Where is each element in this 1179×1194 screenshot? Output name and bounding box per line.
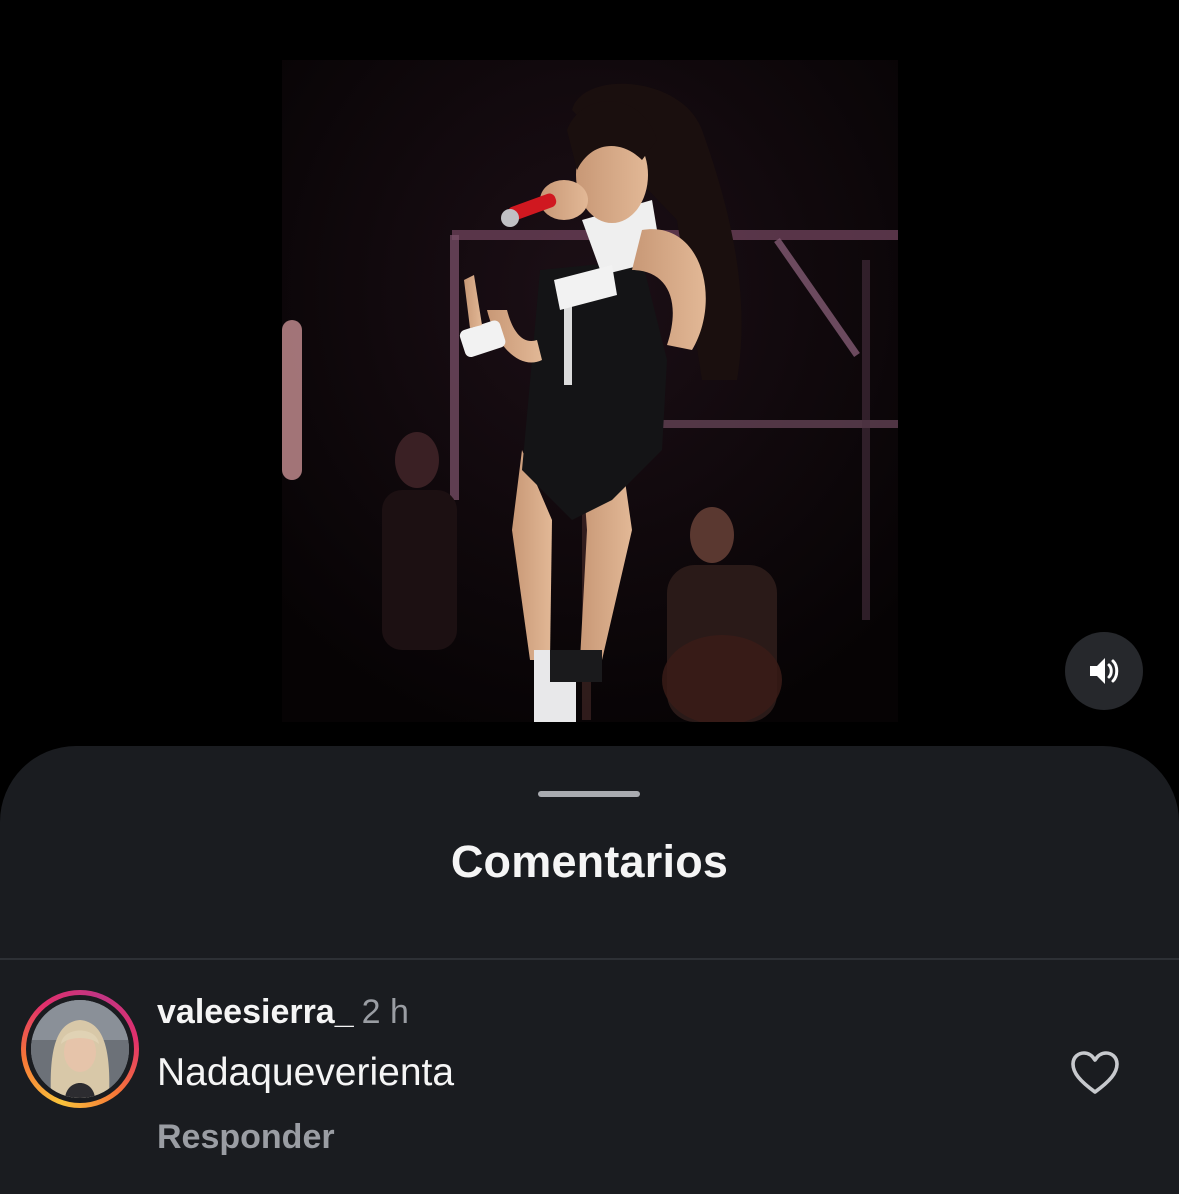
comment-username[interactable]: valeesierra_ xyxy=(157,993,354,1031)
avatar-photo xyxy=(31,1000,129,1098)
speaker-volume-icon xyxy=(1090,658,1119,684)
comment-text: Nadaqueverienta xyxy=(157,1051,455,1094)
heart-outline-icon xyxy=(1071,1051,1119,1094)
avatar[interactable] xyxy=(31,1000,129,1098)
comment-timestamp: 2 h xyxy=(361,993,409,1031)
concert-video-still xyxy=(282,60,898,722)
reply-button[interactable]: Responder xyxy=(157,1115,335,1159)
reel-screen: Comentarios valeesierra_ 2 h Nadaqueveri… xyxy=(0,0,1179,1194)
video-player[interactable] xyxy=(0,0,1179,760)
mute-toggle-button[interactable] xyxy=(1065,632,1143,710)
like-comment-button[interactable] xyxy=(1066,1044,1124,1102)
video-frame[interactable] xyxy=(282,60,898,722)
comments-title: Comentarios xyxy=(450,836,729,887)
sheet-drag-handle[interactable] xyxy=(538,791,640,797)
comment-header: valeesierra_ 2 h xyxy=(157,990,409,1034)
comments-sheet: Comentarios valeesierra_ 2 h Nadaqueveri… xyxy=(0,746,1179,1194)
story-ring[interactable] xyxy=(21,990,139,1108)
comment-item: valeesierra_ 2 h Nadaqueverienta Responde… xyxy=(0,960,1179,1194)
